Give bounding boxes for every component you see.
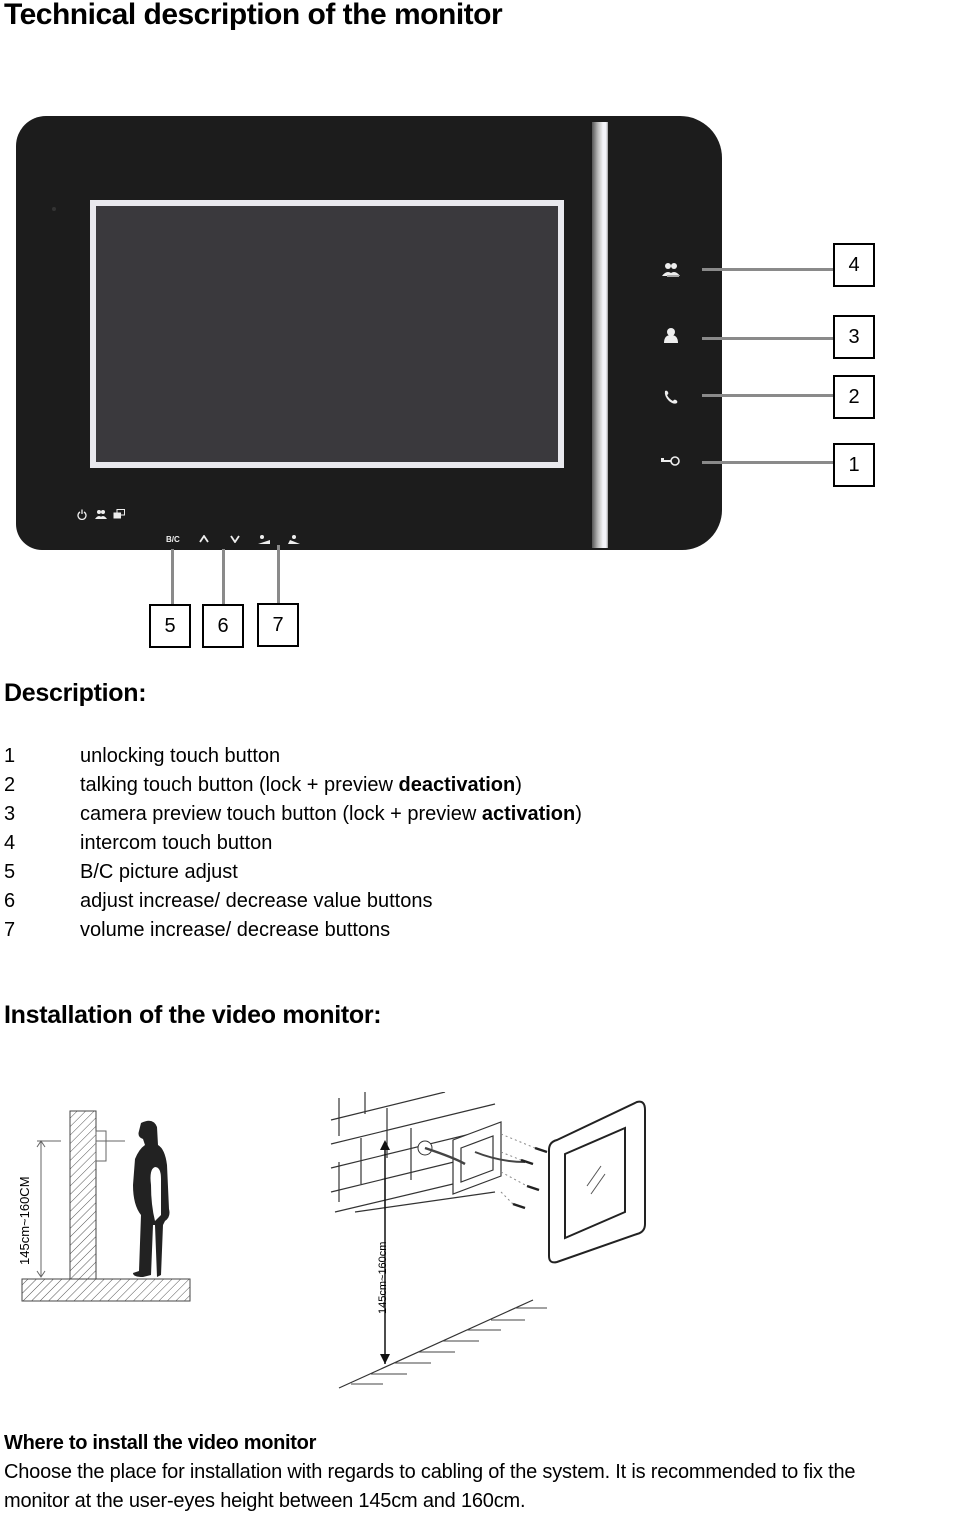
item-text: volume increase/ decrease buttons (80, 919, 391, 941)
item-number: 3 (4, 803, 16, 825)
height-label-right: 145cm~160cm (377, 1241, 389, 1314)
monitor-screen (96, 206, 558, 462)
item-number: 6 (4, 890, 16, 912)
callout-2: 2 (833, 375, 875, 419)
item-text: intercom touch button (80, 832, 273, 854)
height-label-left: 145cm~160CM (17, 1176, 32, 1265)
camera-lens (52, 207, 56, 211)
item-number: 7 (4, 919, 16, 941)
callout-4: 4 (833, 243, 875, 287)
where-to-install-line-1: Choose the place for installation with r… (4, 1461, 856, 1483)
callout-3: 3 (833, 315, 875, 359)
page-title: Technical description of the monitor (4, 0, 503, 31)
item-text: talking touch button (lock + preview (80, 774, 399, 796)
callout-1: 1 (833, 443, 875, 487)
item-emphasis: deactivation (398, 774, 516, 796)
leader-line-2 (702, 394, 834, 397)
leader-line-5 (171, 549, 174, 604)
bc-button[interactable]: B/C (166, 535, 180, 544)
volume-up-icon[interactable] (257, 532, 271, 545)
intercom-group-icon[interactable] (660, 260, 682, 280)
height-diagram-person: 145cm~160CM (15, 1105, 200, 1305)
camera-preview-person-icon[interactable] (661, 325, 681, 345)
callout-7: 7 (257, 603, 299, 647)
handset-phone-icon[interactable] (661, 387, 681, 407)
chevron-up-icon[interactable] (198, 533, 210, 545)
item-emphasis: activation (481, 803, 576, 825)
item-number: 5 (4, 861, 16, 883)
item-text-end: ) (575, 803, 582, 825)
leader-line-4 (702, 268, 834, 271)
speaker-strip (592, 122, 608, 548)
power-icon (76, 507, 88, 521)
item-number: 1 (4, 745, 16, 767)
key-unlock-icon[interactable] (658, 452, 682, 470)
item-text: adjust increase/ decrease value buttons (80, 890, 433, 912)
callout-5: 5 (149, 604, 191, 648)
group-icon (94, 507, 108, 520)
item-text: camera preview touch button (lock + prev… (80, 803, 482, 825)
item-text: B/C picture adjust (80, 861, 238, 883)
leader-line-7 (277, 545, 280, 603)
description-heading: Description: (4, 679, 147, 707)
leader-line-6 (222, 549, 225, 604)
volume-down-icon[interactable] (287, 532, 301, 545)
where-to-install-line-2: monitor at the user-eyes height between … (4, 1490, 526, 1512)
item-text-end: ) (515, 774, 522, 796)
installation-heading: Installation of the video monitor: (4, 1001, 382, 1029)
item-number: 4 (4, 832, 16, 854)
where-to-install-title: Where to install the video monitor (4, 1432, 317, 1454)
wall-mount-diagram: 145cm~160cm (325, 1091, 665, 1392)
windows-icon (112, 507, 126, 520)
callout-6: 6 (202, 604, 244, 648)
chevron-down-icon[interactable] (229, 533, 241, 545)
leader-line-1 (702, 461, 834, 464)
leader-line-3 (702, 337, 834, 340)
item-text: unlocking touch button (80, 745, 281, 767)
item-number: 2 (4, 774, 16, 796)
